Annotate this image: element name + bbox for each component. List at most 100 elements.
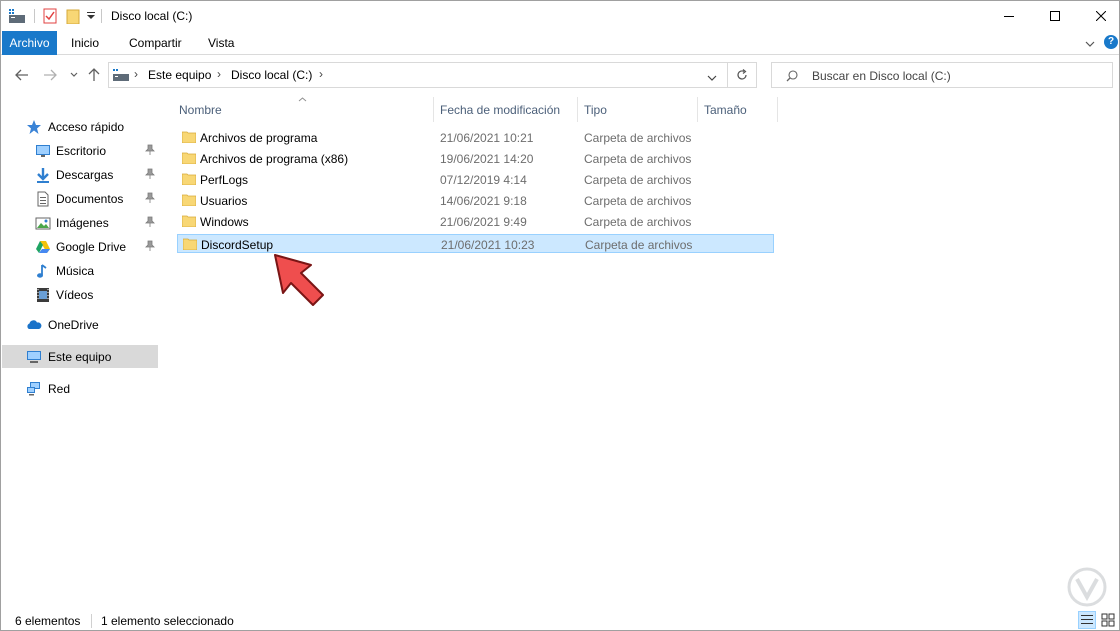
breadcrumb-separator[interactable]: › — [319, 67, 323, 81]
breadcrumb-disco-local[interactable]: Disco local (C:) — [231, 68, 312, 82]
tab-inicio[interactable]: Inicio — [63, 31, 107, 55]
title-bar: Disco local (C:) — [1, 1, 1119, 31]
nav-item-este-equipo[interactable]: Este equipo — [2, 345, 158, 368]
pointer-arrow-annotation — [274, 254, 324, 306]
recent-locations-button[interactable] — [65, 65, 83, 85]
address-history-button[interactable] — [707, 71, 717, 85]
file-name: Archivos de programa — [200, 131, 318, 145]
large-icons-view-icon — [1101, 613, 1115, 627]
explorer-app-icon[interactable] — [9, 7, 25, 25]
column-header-tipo[interactable]: Tipo — [584, 103, 607, 117]
pin-icon — [145, 168, 155, 179]
large-icons-view-button[interactable] — [1099, 611, 1117, 629]
column-header-fecha[interactable]: Fecha de modificación — [440, 103, 560, 117]
folder-icon — [182, 173, 196, 185]
search-placeholder: Buscar en Disco local (C:) — [812, 69, 951, 83]
folder-icon — [183, 238, 197, 250]
nav-item-acceso-rapido[interactable]: Acceso rápido — [2, 115, 158, 138]
maximize-icon — [1050, 11, 1060, 21]
onedrive-icon — [27, 320, 42, 329]
breadcrumb-separator[interactable]: › — [134, 67, 138, 81]
pin-icon — [145, 240, 155, 251]
table-row[interactable]: Windows 21/06/2021 9:49 Carpeta de archivo… — [177, 212, 774, 231]
table-row[interactable]: DiscordSetup 21/06/2021 10:23 Carpeta de a… — [177, 234, 774, 253]
navigation-pane: Acceso rápido Escritorio Descargas Docum… — [1, 97, 161, 609]
drive-icon — [113, 69, 129, 81]
file-type: Carpeta de archivos — [585, 238, 693, 252]
folder-icon — [182, 131, 196, 143]
table-row[interactable]: Usuarios 14/06/2021 9:18 Carpeta de archiv… — [177, 191, 774, 210]
file-type: Carpeta de archivos — [584, 173, 692, 187]
desktop-icon — [36, 145, 50, 157]
details-view-button[interactable] — [1078, 611, 1096, 629]
search-box[interactable]: Buscar en Disco local (C:) — [771, 62, 1113, 88]
arrow-up-icon — [88, 68, 100, 81]
nav-item-google-drive[interactable]: Google Drive — [2, 235, 158, 258]
watermark-logo — [1067, 567, 1107, 607]
file-name: Usuarios — [200, 194, 248, 208]
column-header-row: Nombre Fecha de modificación Tipo Tamaño — [161, 97, 1120, 122]
sort-ascending-icon — [298, 97, 307, 102]
chevron-down-icon — [707, 75, 717, 81]
tab-archivo[interactable]: Archivo — [2, 31, 57, 55]
google-drive-icon — [36, 241, 50, 253]
back-button[interactable] — [13, 65, 31, 85]
refresh-button[interactable] — [728, 62, 757, 88]
customize-quick-access-icon[interactable] — [87, 7, 95, 25]
file-date: 21/06/2021 9:49 — [440, 215, 527, 229]
details-view-icon — [1078, 611, 1096, 629]
forward-button[interactable] — [41, 65, 59, 85]
nav-item-escritorio[interactable]: Escritorio — [2, 139, 158, 162]
expand-ribbon-button[interactable] — [1085, 37, 1095, 51]
column-header-nombre[interactable]: Nombre — [179, 103, 222, 117]
document-icon — [37, 191, 49, 207]
network-icon — [27, 382, 40, 396]
folder-icon — [182, 194, 196, 206]
explorer-window: Disco local (C:) Archivo Inicio Comparti… — [0, 0, 1120, 631]
nav-item-onedrive[interactable]: OneDrive — [2, 313, 158, 336]
tab-vista[interactable]: Vista — [200, 31, 242, 55]
folder-icon — [182, 215, 196, 227]
refresh-icon — [737, 69, 747, 80]
video-icon — [37, 288, 49, 302]
nav-item-documentos[interactable]: Documentos — [2, 187, 158, 210]
file-type: Carpeta de archivos — [584, 131, 692, 145]
file-date: 14/06/2021 9:18 — [440, 194, 527, 208]
search-icon — [786, 70, 798, 82]
file-date: 07/12/2019 4:14 — [440, 173, 527, 187]
address-bar[interactable]: › Este equipo › Disco local (C:) › — [108, 62, 728, 88]
file-name: Archivos de programa (x86) — [200, 152, 349, 166]
breadcrumb-este-equipo[interactable]: Este equipo — [148, 68, 211, 82]
nav-item-imagenes[interactable]: Imágenes — [2, 211, 158, 234]
nav-item-descargas[interactable]: Descargas — [2, 163, 158, 186]
star-icon — [27, 120, 41, 134]
download-icon — [37, 168, 49, 183]
help-icon[interactable]: ? — [1104, 35, 1118, 49]
item-count: 6 elementos — [15, 614, 81, 628]
table-row[interactable]: Archivos de programa 21/06/2021 10:21 Carp… — [177, 128, 774, 147]
nav-item-musica[interactable]: Música — [2, 259, 158, 282]
close-icon — [1096, 11, 1106, 21]
column-header-tamano[interactable]: Tamaño — [704, 103, 747, 117]
up-button[interactable] — [85, 65, 103, 85]
computer-icon — [27, 351, 41, 363]
pin-icon — [145, 216, 155, 227]
music-icon — [37, 264, 47, 278]
close-button[interactable] — [1078, 1, 1120, 31]
tab-compartir[interactable]: Compartir — [121, 31, 190, 55]
table-row[interactable]: Archivos de programa (x86) 19/06/2021 14:… — [177, 149, 774, 168]
table-row[interactable]: PerfLogs 07/12/2019 4:14 Carpeta de archiv… — [177, 170, 774, 189]
pin-icon — [145, 144, 155, 155]
file-date: 21/06/2021 10:21 — [440, 131, 534, 145]
pin-icon — [145, 192, 155, 203]
minimize-button[interactable] — [986, 1, 1032, 31]
maximize-button[interactable] — [1032, 1, 1078, 31]
properties-icon[interactable] — [43, 7, 57, 25]
breadcrumb-separator[interactable]: › — [217, 67, 221, 81]
file-type: Carpeta de archivos — [584, 215, 692, 229]
minimize-icon — [1004, 16, 1014, 17]
nav-item-videos[interactable]: Vídeos — [2, 283, 158, 306]
nav-item-red[interactable]: Red — [2, 377, 158, 400]
new-folder-icon[interactable] — [66, 7, 80, 25]
arrow-right-icon — [44, 69, 57, 81]
